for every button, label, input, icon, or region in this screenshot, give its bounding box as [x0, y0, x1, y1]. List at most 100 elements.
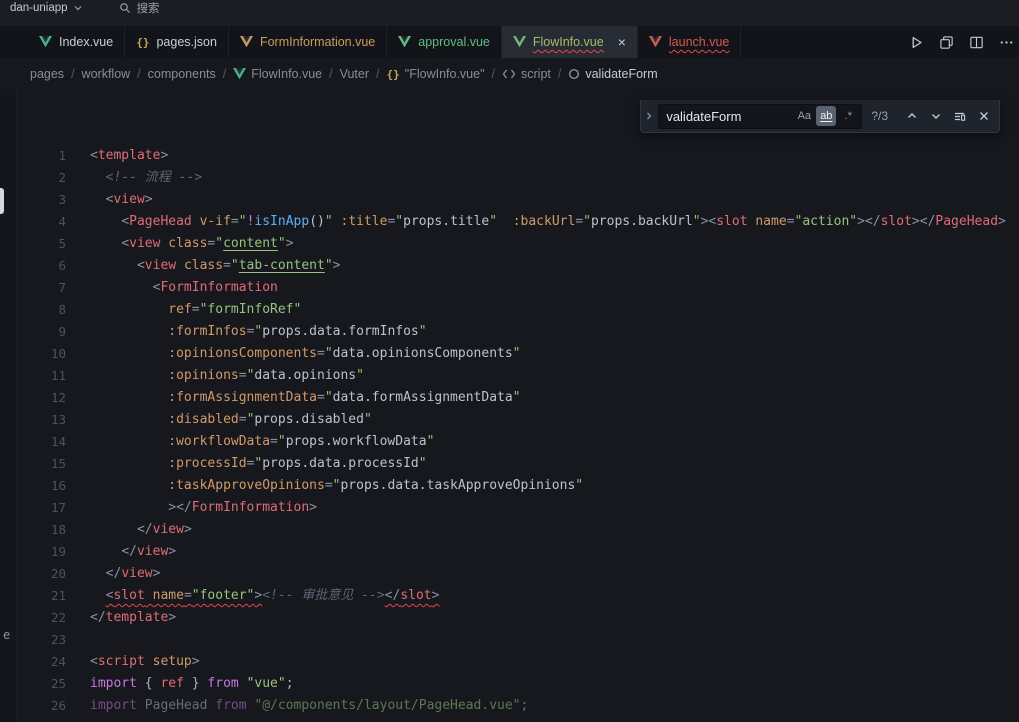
line-number[interactable]: 7	[17, 277, 66, 299]
command-center-search[interactable]: 搜索	[119, 0, 160, 16]
code-line[interactable]: :formAssignmentData="data.formAssignment…	[90, 387, 1019, 409]
line-number[interactable]: 15	[17, 453, 66, 475]
code-line[interactable]: </view>	[90, 541, 1019, 563]
breadcrumb-item-script[interactable]: script	[502, 67, 551, 81]
code-lines[interactable]: <template> <!-- 流程 --> <view> <PageHead …	[66, 90, 1019, 722]
code-line[interactable]: <!-- 流程 -->	[90, 167, 1019, 189]
split-editor-button[interactable]	[969, 35, 984, 50]
breadcrumb-item-flowinfo-vue[interactable]: FlowInfo.vue	[233, 67, 322, 81]
line-number[interactable]: 4	[17, 211, 66, 233]
code-line[interactable]: <slot name="footer"><!-- 审批意见 --></slot>	[90, 585, 1019, 607]
run-button[interactable]	[909, 35, 924, 50]
code-token: slot	[716, 214, 747, 229]
line-number[interactable]: 21	[17, 585, 66, 607]
code-line[interactable]: <view class="content">	[90, 233, 1019, 255]
code-line[interactable]: <template>	[90, 145, 1019, 167]
line-number[interactable]: 20	[17, 563, 66, 585]
line-number[interactable]: 10	[17, 343, 66, 365]
line-number[interactable]: 12	[17, 387, 66, 409]
line-number[interactable]: 22	[17, 607, 66, 629]
search-label: 搜索	[137, 0, 160, 16]
line-number[interactable]: 9	[17, 321, 66, 343]
code-line[interactable]: <view>	[90, 189, 1019, 211]
code-line[interactable]: </view>	[90, 563, 1019, 585]
breadcrumb-item-flowinfo-vue[interactable]: {}"FlowInfo.vue"	[387, 67, 485, 81]
code-line[interactable]: import PageHead from "@/components/layou…	[90, 695, 1019, 717]
tab-forminformation-vue[interactable]: FormInformation.vue	[229, 26, 387, 58]
line-number[interactable]: 14	[17, 431, 66, 453]
code-line[interactable]: :opinions="data.opinions"	[90, 365, 1019, 387]
line-number[interactable]: 17	[17, 497, 66, 519]
code-line[interactable]: :processId="props.data.processId"	[90, 453, 1019, 475]
code-token: :taskApproveOpinions	[168, 478, 325, 493]
code-line[interactable]: :formInfos="props.data.formInfos"	[90, 321, 1019, 343]
tab-pages-json[interactable]: {}pages.json	[125, 26, 229, 58]
tab-bar: Index.vue{}pages.jsonFormInformation.vue…	[0, 26, 1019, 58]
close-find-button[interactable]	[973, 106, 994, 127]
code-token: "	[583, 214, 591, 229]
line-number[interactable]: 8	[17, 299, 66, 321]
code-token: "	[215, 236, 223, 251]
breadcrumb-item-validateform[interactable]: validateForm	[568, 67, 657, 81]
breadcrumb-item-workflow[interactable]: workflow	[82, 67, 131, 81]
code-line[interactable]: <FormInformation	[90, 277, 1019, 299]
code-line[interactable]: :opinionsComponents="data.opinionsCompon…	[90, 343, 1019, 365]
more-actions-button[interactable]	[999, 35, 1014, 50]
match-case-toggle[interactable]: Aa	[794, 106, 814, 126]
code-line[interactable]: :workflowData="props.workflowData"	[90, 431, 1019, 453]
line-number[interactable]: 13	[17, 409, 66, 431]
code-token: content	[223, 236, 278, 251]
code-token: >	[160, 148, 168, 163]
line-number[interactable]: 26	[17, 695, 66, 717]
line-number[interactable]: 11	[17, 365, 66, 387]
run-or-debug-button[interactable]	[939, 35, 954, 50]
code-token: =	[192, 302, 200, 317]
code-token: "action"	[795, 214, 858, 229]
line-number[interactable]: 25	[17, 673, 66, 695]
breadcrumb-item-components[interactable]: components	[148, 67, 216, 81]
line-number[interactable]: 3	[17, 189, 66, 211]
line-number[interactable]: 23	[17, 629, 66, 651]
find-expand-toggle[interactable]	[641, 100, 656, 132]
code-line[interactable]: <view class="tab-content">	[90, 255, 1019, 277]
tab-label: pages.json	[156, 35, 216, 49]
code-line[interactable]: ref="formInfoRef"	[90, 299, 1019, 321]
code-line[interactable]: <PageHead v-if="!isInApp()" :title="prop…	[90, 211, 1019, 233]
line-number[interactable]: 5	[17, 233, 66, 255]
code-token: </	[137, 522, 153, 537]
regex-toggle[interactable]: .*	[838, 106, 858, 126]
line-number[interactable]: 18	[17, 519, 66, 541]
code-line[interactable]: <script setup>	[90, 651, 1019, 673]
find-previous-button[interactable]	[901, 106, 922, 127]
code-line[interactable]: :disabled="props.disabled"	[90, 409, 1019, 431]
line-number[interactable]: 2	[17, 167, 66, 189]
close-tab-icon[interactable]: ×	[618, 35, 626, 49]
tab-index-vue[interactable]: Index.vue	[28, 26, 125, 58]
line-number[interactable]: 6	[17, 255, 66, 277]
tab-launch-vue[interactable]: launch.vue	[638, 26, 741, 58]
code-line[interactable]: </template>	[90, 607, 1019, 629]
tab-approval-vue[interactable]: approval.vue	[387, 26, 502, 58]
code-line[interactable]: ></FormInformation>	[90, 497, 1019, 519]
editor: e 12345678910111213141516171819202122232…	[0, 90, 1019, 722]
find-input[interactable]	[666, 109, 792, 124]
workspace-menu[interactable]: dan-uniapp	[10, 2, 83, 14]
tab-flowinfo-vue[interactable]: FlowInfo.vue×	[502, 26, 638, 58]
code-token: :formInfos	[168, 324, 246, 339]
code-line[interactable]: :taskApproveOpinions="props.data.taskApp…	[90, 475, 1019, 497]
breadcrumb-item-vuter[interactable]: Vuter	[340, 67, 369, 81]
json-icon: {}	[387, 68, 400, 81]
code-token: >	[168, 544, 176, 559]
breadcrumb-item-pages[interactable]: pages	[30, 67, 64, 81]
line-number[interactable]: 19	[17, 541, 66, 563]
code-line[interactable]: import { ref } from "vue";	[90, 673, 1019, 695]
line-number[interactable]: 16	[17, 475, 66, 497]
line-number[interactable]: 1	[17, 145, 66, 167]
find-next-button[interactable]	[925, 106, 946, 127]
line-number[interactable]: 24	[17, 651, 66, 673]
code-line[interactable]: </view>	[90, 519, 1019, 541]
active-indicator	[0, 188, 4, 214]
whole-word-toggle[interactable]: ab	[816, 106, 836, 126]
find-in-selection-button[interactable]	[949, 106, 970, 127]
code-line[interactable]	[90, 629, 1019, 651]
